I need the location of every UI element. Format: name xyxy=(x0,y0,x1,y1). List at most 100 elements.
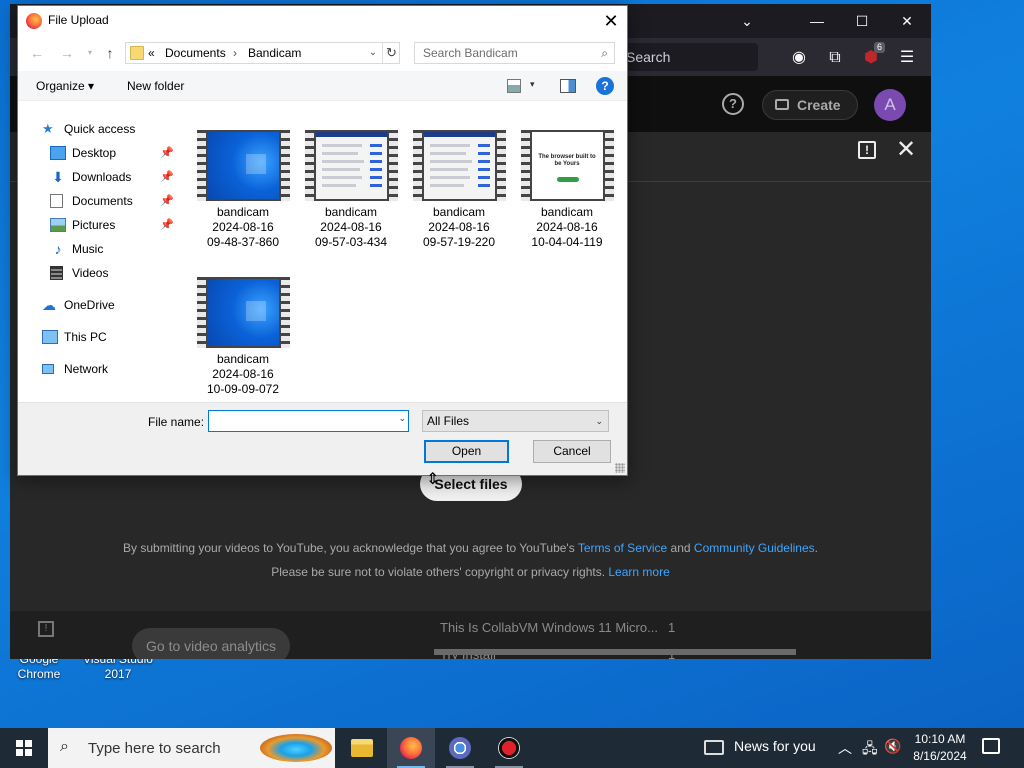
new-folder-button[interactable]: New folder xyxy=(127,79,184,93)
sidebar-item-pictures[interactable]: Pictures 📌 xyxy=(50,214,175,236)
search-highlight-image xyxy=(260,734,332,762)
taskbar-app-firefox[interactable] xyxy=(387,728,435,768)
avatar[interactable]: A xyxy=(874,89,906,121)
legal-text: Please be sure not to violate others' co… xyxy=(271,565,609,579)
close-window-button[interactable]: ✕ xyxy=(897,12,917,30)
pictures-icon xyxy=(50,218,66,232)
recent-dropdown-icon[interactable]: ▾ xyxy=(81,43,99,63)
network-tray-icon[interactable]: 🖧 xyxy=(862,738,878,762)
pin-icon[interactable]: 📌 xyxy=(160,166,174,188)
chevron-up-icon[interactable]: ︿ xyxy=(838,738,852,758)
sidebar-item-desktop[interactable]: Desktop 📌 xyxy=(50,142,175,164)
pin-icon[interactable]: 📌 xyxy=(160,142,174,164)
dialog-close-button[interactable]: ✕ xyxy=(599,9,623,33)
terms-of-service-link[interactable]: Terms of Service xyxy=(578,541,667,555)
film-strip-edge xyxy=(281,277,290,348)
sidebar-item-downloads[interactable]: ⬇ Downloads 📌 xyxy=(50,166,175,188)
learn-more-link[interactable]: Learn more xyxy=(608,565,669,579)
command-bar: Organize ▾ New folder ▾ ? xyxy=(18,71,627,101)
taskbar-app-file-explorer[interactable] xyxy=(338,728,386,768)
thumbnail-line xyxy=(430,152,466,155)
view-options-icon[interactable] xyxy=(507,79,521,93)
breadcrumb-overflow[interactable]: « xyxy=(148,46,155,60)
horizontal-scrollbar[interactable] xyxy=(434,649,796,655)
dialog-search-input[interactable]: Search Bandicam ⌕ xyxy=(414,42,615,64)
close-icon[interactable]: ✕ xyxy=(896,136,916,164)
feedback-icon[interactable]: ! xyxy=(38,621,54,637)
feedback-icon[interactable]: ! xyxy=(858,141,876,159)
windows-logo-icon xyxy=(25,740,32,747)
chevron-down-icon[interactable]: ⌄ xyxy=(398,413,406,424)
computer-icon xyxy=(42,330,58,344)
taskbar: ⌕ Type here to search News for you ︿ 🖧 🔇… xyxy=(0,728,1024,768)
account-icon[interactable]: ◉ xyxy=(789,48,809,68)
thumbnail-line xyxy=(430,160,472,163)
legal-text: and xyxy=(667,541,694,555)
thumbnail-button xyxy=(370,144,382,147)
extensions-icon[interactable]: ⧉ xyxy=(825,48,845,68)
thumbnail-button xyxy=(478,184,490,187)
file-item[interactable]: bandicam 2024-08-16 09-48-37-860 xyxy=(180,116,290,256)
forward-arrow-icon[interactable]: → xyxy=(58,43,76,63)
open-button[interactable]: Open xyxy=(424,440,509,463)
file-list: bandicam 2024-08-16 09-48-37-860 bandica… xyxy=(180,116,627,406)
go-to-analytics-button[interactable]: Go to video analytics xyxy=(132,628,290,659)
community-guidelines-link[interactable]: Community Guidelines xyxy=(694,541,815,555)
breadcrumb-item-bandicam[interactable]: Bandicam xyxy=(248,46,301,60)
browser-search-box[interactable]: Search xyxy=(616,43,758,71)
minimize-button[interactable]: — xyxy=(807,12,827,30)
start-button[interactable] xyxy=(0,728,48,768)
sidebar-item-label: Downloads xyxy=(72,170,132,184)
pin-icon[interactable]: 📌 xyxy=(160,190,174,212)
pin-icon[interactable]: 📌 xyxy=(160,214,174,236)
file-date-line: 2024-08-16 xyxy=(536,220,598,234)
desktop-icon xyxy=(50,146,66,160)
sidebar-item-label: OneDrive xyxy=(64,298,115,312)
file-name-field[interactable]: ⌄ xyxy=(208,410,409,432)
taskbar-app-chrome[interactable] xyxy=(436,728,484,768)
file-item[interactable]: bandicam 2024-08-16 09-57-19-220 xyxy=(396,116,506,256)
file-item[interactable]: bandicam 2024-08-16 10-09-09-072 xyxy=(180,263,290,403)
resize-grip[interactable] xyxy=(615,463,625,473)
preview-pane-icon[interactable] xyxy=(560,79,576,93)
file-name-line: bandicam xyxy=(216,352,270,366)
refresh-icon[interactable]: ↻ xyxy=(382,43,400,63)
chevron-down-icon[interactable]: ⌄ xyxy=(595,411,603,431)
organize-button[interactable]: Organize ▾ xyxy=(36,79,94,93)
file-item[interactable]: bandicam 2024-08-16 09-57-03-434 xyxy=(288,116,398,256)
create-button[interactable]: Create xyxy=(762,90,858,120)
up-arrow-icon[interactable]: ↑ xyxy=(101,43,119,63)
create-label: Create xyxy=(797,97,841,113)
maximize-button[interactable]: ☐ xyxy=(852,12,872,30)
file-item[interactable]: The browser built to be Yours bandicam 2… xyxy=(504,116,614,256)
system-clock[interactable]: 10:10 AM 8/16/2024 xyxy=(900,731,980,765)
taskbar-app-bandicam[interactable] xyxy=(485,728,533,768)
volume-muted-icon[interactable]: 🔇 xyxy=(884,738,901,755)
firefox-icon xyxy=(400,737,422,759)
windows-logo-icon xyxy=(25,749,32,756)
thumbnail-frame xyxy=(208,132,279,199)
address-bar[interactable]: « Documents › Bandicam ⌄ ↻ xyxy=(125,42,400,64)
chevron-down-icon[interactable]: ▾ xyxy=(530,79,535,93)
help-icon[interactable]: ? xyxy=(722,93,744,115)
thumbnail-button xyxy=(370,152,382,155)
notification-center-icon[interactable] xyxy=(982,738,1000,754)
breadcrumb-item-documents[interactable]: Documents xyxy=(165,46,226,60)
ublock-icon[interactable]: ⬢ 6 xyxy=(861,42,885,68)
cancel-button[interactable]: Cancel xyxy=(533,440,611,463)
file-type-select[interactable]: All Files ⌄ xyxy=(422,410,609,432)
video-thumbnail: The browser built to be Yours xyxy=(521,130,614,201)
video-row-title[interactable]: This Is CollabVM Windows 11 Micro... xyxy=(440,620,658,635)
chevron-down-icon[interactable]: ⌄ xyxy=(366,44,380,62)
tab-list-button[interactable]: ⌄ xyxy=(737,12,757,30)
news-icon xyxy=(704,740,724,755)
help-icon[interactable]: ? xyxy=(596,77,614,95)
back-arrow-icon[interactable]: ← xyxy=(28,43,46,63)
menu-icon[interactable]: ☰ xyxy=(897,48,917,68)
taskbar-search-input[interactable]: ⌕ Type here to search xyxy=(48,728,335,768)
legal-text: . xyxy=(814,541,818,555)
video-row-count: 1 xyxy=(668,620,676,635)
thumbnail-line xyxy=(430,184,464,187)
file-name-label: File name: xyxy=(148,415,205,429)
sidebar-item-documents[interactable]: Documents 📌 xyxy=(50,190,175,212)
